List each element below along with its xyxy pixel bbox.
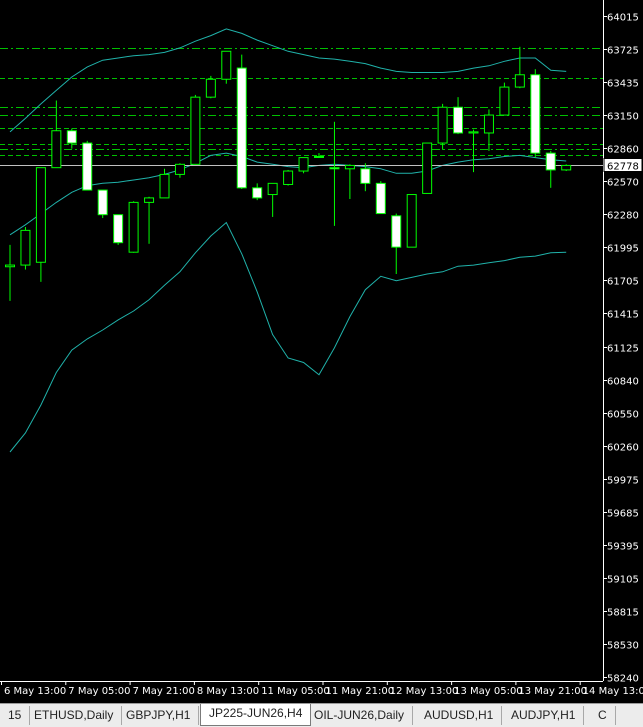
candle-body <box>113 214 124 244</box>
candle-body <box>221 50 232 80</box>
y-tick-label: 61125 <box>607 344 639 355</box>
candle-body <box>314 155 324 158</box>
candle-body <box>190 96 201 165</box>
candle-body <box>252 187 263 199</box>
candle-body <box>545 152 556 171</box>
candle-body <box>468 131 479 134</box>
y-tick-label: 61705 <box>607 277 639 288</box>
chart-tab[interactable]: OIL-JUN26,Daily <box>306 706 414 725</box>
candle-body <box>499 86 510 116</box>
x-tick-label: 13 May 21:00 <box>518 686 587 697</box>
x-tick-label: 13 May 05:00 <box>454 686 523 697</box>
y-tick-label: 63725 <box>607 46 639 57</box>
price-chart[interactable]: 64015 63725 63435 63150 62860 62570 62280 61995… <box>0 0 643 703</box>
candle-body <box>66 130 77 144</box>
y-tick-label: 61415 <box>607 310 639 321</box>
candle-body <box>483 114 494 134</box>
candle-body <box>391 215 402 248</box>
candle-body <box>344 164 355 170</box>
y-tick-label: 60840 <box>607 377 639 388</box>
candle-body <box>561 164 572 171</box>
candle-body <box>236 67 247 189</box>
candle-body <box>514 74 525 88</box>
y-tick-label: 59395 <box>607 542 639 553</box>
y-tick-label: 60550 <box>607 410 639 421</box>
candle-body <box>267 182 278 196</box>
candle-body <box>20 229 31 266</box>
x-tick-label: 6 May 13:00 <box>4 686 66 697</box>
candle-body <box>174 163 185 175</box>
candle-body <box>5 264 15 268</box>
candle-body <box>97 189 108 216</box>
x-tick-label: 8 May 13:00 <box>197 686 259 697</box>
y-tick-label: 58815 <box>607 608 639 619</box>
chart-tab[interactable]: AUDJPY,H1 <box>503 706 585 725</box>
y-tick-label: 62570 <box>607 178 639 189</box>
candle-body <box>159 173 170 199</box>
bollinger-lower-band <box>9 221 567 453</box>
chart-tab[interactable]: JP225-JUN26,H4 <box>200 704 312 726</box>
y-tick-label: 64015 <box>607 13 639 24</box>
y-tick-label: 62280 <box>607 211 639 222</box>
candle-body <box>128 201 139 253</box>
y-tick-label: 60260 <box>607 443 639 454</box>
y-tick-label: 59975 <box>607 476 639 487</box>
chart-tab[interactable]: AUDUSD,H1 <box>416 706 503 725</box>
bollinger-upper-band <box>9 28 567 133</box>
chart-tab[interactable]: C <box>590 706 616 725</box>
candle-body <box>453 106 464 134</box>
candle-body <box>437 106 448 144</box>
candle-body <box>329 167 340 170</box>
y-tick-label: 58530 <box>607 641 639 652</box>
chart-tab-bar: 15 ETHUSD,Daily GBPJPY,H1 JP225-JUN26,H4 OIL… <box>0 703 643 727</box>
candle-body <box>360 168 371 184</box>
candle-body <box>406 194 417 248</box>
candle-body <box>82 142 93 191</box>
x-tick-label: 11 May 05:00 <box>261 686 330 697</box>
y-tick-label: 63435 <box>607 79 639 90</box>
current-price-label: 62778 <box>607 162 639 173</box>
y-tick-label: 59105 <box>607 575 639 586</box>
y-tick-label: 59685 <box>607 509 639 520</box>
x-tick-label: 12 May 13:00 <box>390 686 459 697</box>
candle-body <box>298 157 309 172</box>
candle-body <box>530 74 541 154</box>
chart-tab[interactable]: GBPJPY,H1 <box>118 706 200 725</box>
candle-body <box>205 78 216 98</box>
candle-body <box>375 182 386 215</box>
x-tick-label: 7 May 05:00 <box>68 686 130 697</box>
chart-tab[interactable]: ETHUSD,Daily <box>26 706 123 725</box>
x-tick-label: 7 May 21:00 <box>133 686 195 697</box>
candle-body <box>283 170 294 185</box>
candle-body <box>51 130 62 169</box>
candle-body <box>144 197 155 203</box>
chart-area[interactable]: 64015 63725 63435 63150 62860 62570 62280 61995… <box>0 0 643 703</box>
x-tick-label: 14 May 13:00 <box>583 686 643 697</box>
x-tick-label: 11 May 21:00 <box>326 686 395 697</box>
candle-body <box>35 167 46 263</box>
y-tick-label: 62860 <box>607 145 639 156</box>
y-tick-label: 61995 <box>607 244 639 255</box>
y-tick-label: 58240 <box>607 674 639 685</box>
y-tick-label: 63150 <box>607 112 639 123</box>
candle-body <box>422 142 433 194</box>
